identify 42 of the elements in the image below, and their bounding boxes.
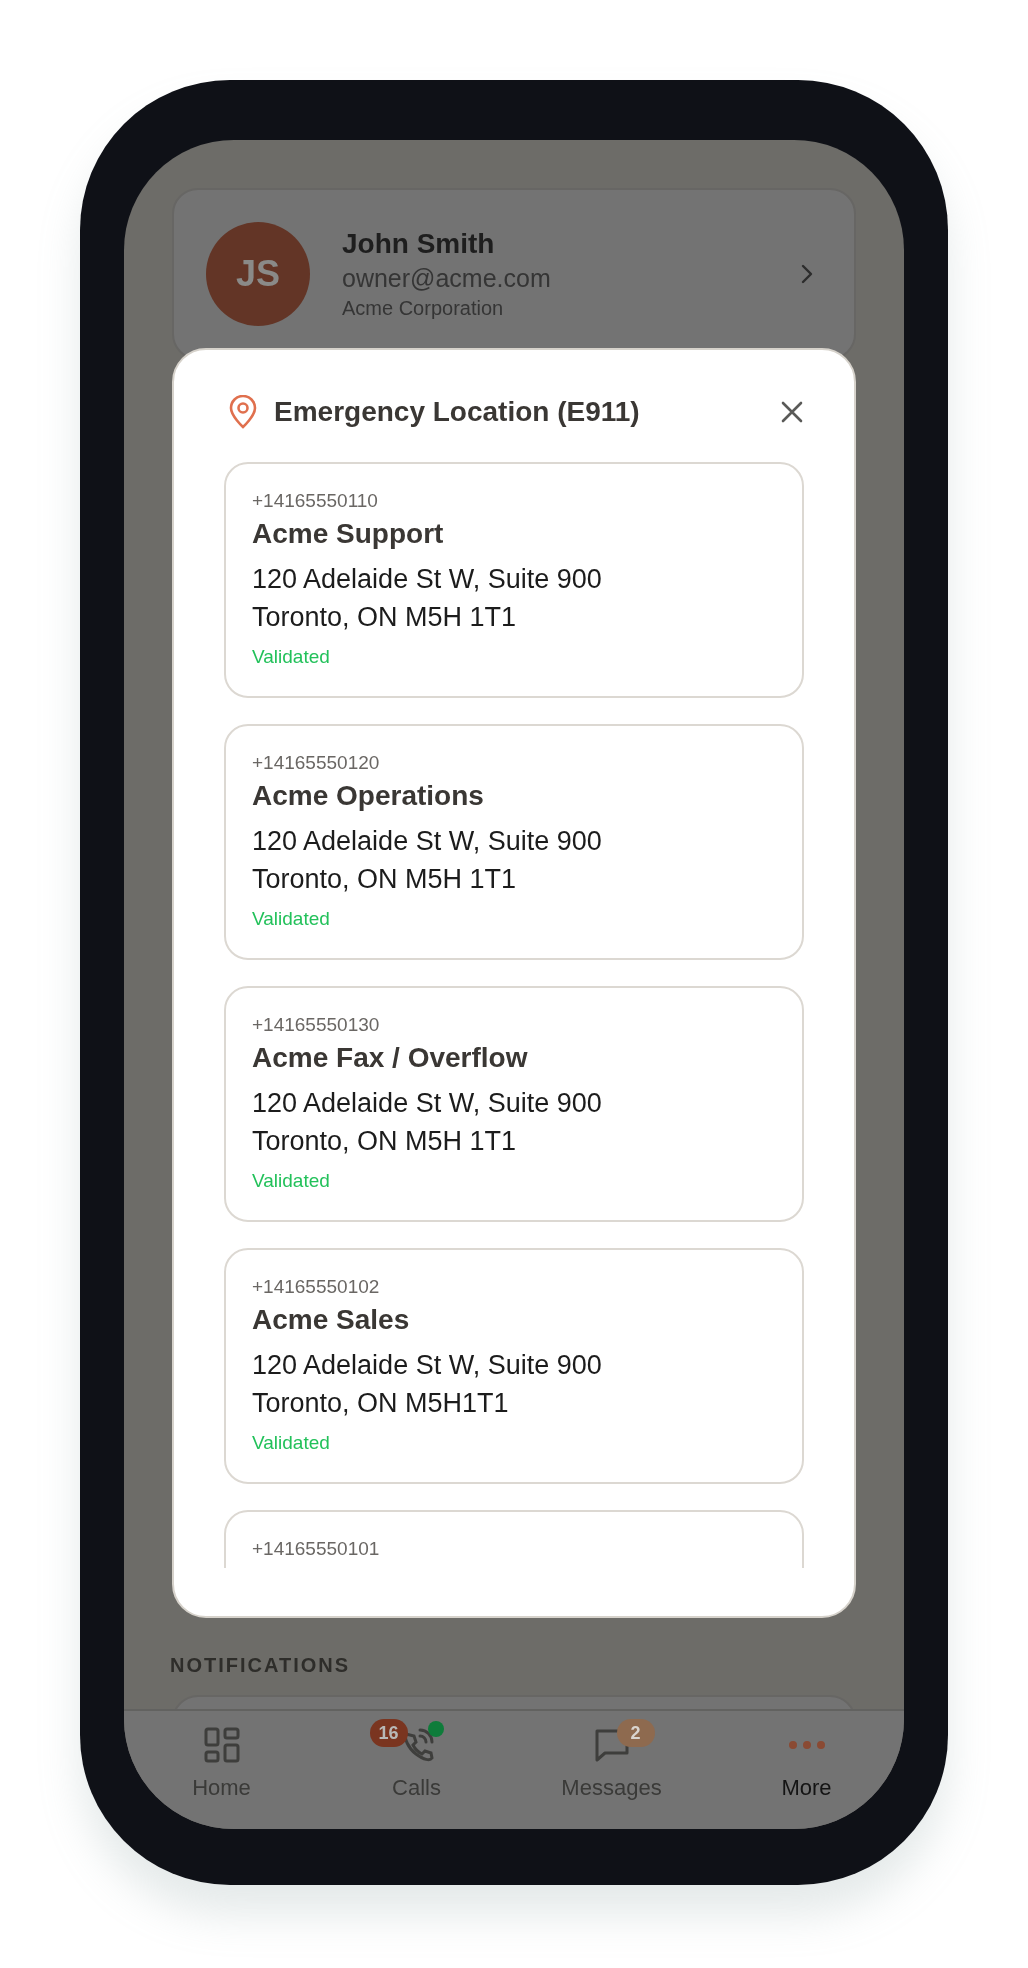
phone-number: +14165550102 [252,1276,381,1298]
count-badge: 16 [369,1719,408,1747]
section-heading: NOTIFICATIONS [170,1654,352,1677]
count-badge: 2 [616,1719,655,1747]
profile-email: owner@acme.com [342,264,552,293]
nav-tab[interactable]: 2 Messages [531,1715,692,1801]
grid-icon [202,1726,241,1764]
validation-status: Validated [252,1432,331,1454]
location-card[interactable]: +14165550101 [224,1510,804,1568]
nav-tab[interactable]: More [726,1715,887,1801]
location-card[interactable]: +14165550110 Acme Support 120 Adelaide St W, Suite 900 Toronto, ON M5H 1T1 Validated [224,462,804,698]
validation-status: Validated [252,646,331,668]
more-dots-icon [787,1740,826,1750]
location-card[interactable]: +14165550102 Acme Sales 120 Adelaide St W, Suite 900 Toronto, ON M5H1T1 Validated [224,1248,804,1484]
location-pin-icon [228,395,258,429]
phone-number: +14165550101 [252,1538,381,1560]
address-line: Toronto, ON M5H 1T1 [252,1125,518,1158]
address-line: Toronto, ON M5H 1T1 [252,601,518,634]
phone-number: +14165550130 [252,1014,381,1036]
address-line: 120 Adelaide St W, Suite 900 [252,563,603,596]
avatar: JS [206,222,310,326]
profile-name: John Smith [342,228,496,260]
location-name: Acme Operations [252,780,485,812]
address-line: 120 Adelaide St W, Suite 900 [252,825,603,858]
phone-number: +14165550120 [252,752,381,774]
close-icon [780,400,804,424]
location-card[interactable]: +14165550120 Acme Operations 120 Adelaide St W, Suite 900 Toronto, ON M5H 1T1 Validated [224,724,804,960]
location-card[interactable]: +14165550130 Acme Fax / Overflow 120 Adelaide St W, Suite 900 Toronto, ON M5H 1T1 Validated [224,986,804,1222]
location-name: Acme Fax / Overflow [252,1042,529,1074]
location-name: Acme Sales [252,1304,411,1336]
dialog-title: Emergency Location (E911) [274,396,641,428]
chevron-right-icon [800,263,814,285]
nav-tab[interactable]: 16 Calls [336,1715,497,1801]
address-line: Toronto, ON M5H1T1 [252,1387,510,1420]
location-name: Acme Support [252,518,445,550]
address-line: Toronto, ON M5H 1T1 [252,863,518,896]
address-line: 120 Adelaide St W, Suite 900 [252,1349,603,1382]
validation-status: Validated [252,908,331,930]
address-line: 120 Adelaide St W, Suite 900 [252,1087,603,1120]
profile-company: Acme Corporation [342,297,505,320]
validation-status: Validated [252,1170,331,1192]
phone-number: +14165550110 [252,490,379,512]
